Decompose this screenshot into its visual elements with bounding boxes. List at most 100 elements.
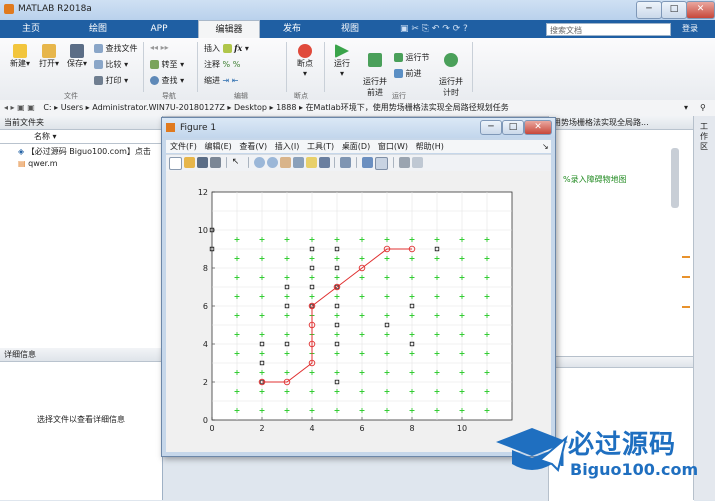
menu-help[interactable]: 帮助(H): [416, 142, 444, 151]
menu-edit[interactable]: 编辑(E): [204, 142, 231, 151]
breakpoint-icon: [298, 44, 312, 58]
pointer-icon[interactable]: ↖: [232, 157, 243, 168]
figure-minimize-button[interactable]: ─: [480, 120, 502, 135]
advance-button[interactable]: 前进: [394, 68, 422, 79]
path-admin[interactable]: Administrator.WIN7U-20180127Z: [92, 103, 225, 112]
col-name-label: 名称: [34, 132, 50, 141]
menu-dock-icon[interactable]: ↘: [542, 140, 549, 153]
figure-menubar: 文件(F) 编辑(E) 查看(V) 插入(I) 工具(T) 桌面(D) 窗口(W…: [166, 140, 551, 153]
figure-close-button[interactable]: ✕: [524, 120, 552, 135]
hide-tools-icon[interactable]: [398, 157, 410, 168]
warning-mark: [682, 276, 690, 278]
app-titlebar: MATLAB R2018a ─ □ ✕: [0, 0, 715, 21]
workspace-label: 工作区: [700, 122, 708, 151]
figure-title: Figure 1: [180, 123, 217, 133]
editor-tab[interactable]: 用势场栅格法实现全局路...: [549, 116, 694, 130]
column-name-header[interactable]: 名称 ▾: [0, 130, 162, 144]
breakpoints-label: 断点: [297, 59, 313, 68]
insert-button[interactable]: 插入 fx ▾: [204, 43, 249, 54]
goto-button[interactable]: 转至 ▾: [150, 59, 184, 70]
save-figure-icon[interactable]: [197, 157, 208, 168]
list-item[interactable]: ▤ qwer.m: [18, 158, 162, 170]
y-tick-label: 2: [203, 378, 208, 387]
maximize-button[interactable]: □: [661, 1, 687, 19]
nav-arrows[interactable]: ◂◂ ▸▸: [150, 43, 169, 52]
indent-button[interactable]: 缩进 ⇥ ⇤: [204, 75, 239, 86]
editor-panel[interactable]: 用势场栅格法实现全局路... %录入障碍物地图: [548, 116, 694, 356]
new-figure-icon[interactable]: [169, 157, 182, 170]
breakpoints-button[interactable]: 断点 ▾: [292, 44, 318, 78]
open-label: 打开: [38, 59, 55, 68]
run-section-button[interactable]: 运行节: [394, 52, 430, 63]
legend-icon[interactable]: [375, 157, 388, 170]
brush-icon[interactable]: [318, 157, 330, 168]
login-button[interactable]: 登录: [682, 23, 698, 34]
print-figure-icon[interactable]: [210, 157, 221, 168]
run-button[interactable]: 运行 ▾: [330, 44, 354, 78]
menu-tools[interactable]: 工具(T): [307, 142, 334, 151]
separator: [472, 42, 473, 92]
find-button[interactable]: 查找 ▾: [150, 75, 184, 86]
colorbar-icon[interactable]: [362, 157, 373, 168]
browse-icon[interactable]: ⚲: [700, 100, 706, 116]
code-comment[interactable]: %录入障碍物地图: [563, 174, 627, 185]
dock-icon[interactable]: [411, 157, 423, 168]
rotate-icon[interactable]: [292, 157, 304, 168]
y-tick-label: 8: [203, 264, 208, 273]
print-button[interactable]: 打印 ▾: [94, 75, 128, 86]
fx-icon[interactable]: fx: [234, 43, 242, 53]
menu-insert[interactable]: 插入(I): [275, 142, 300, 151]
new-button[interactable]: 新建▾: [8, 44, 32, 69]
app-title: MATLAB R2018a: [18, 4, 92, 14]
menu-desktop[interactable]: 桌面(D): [342, 142, 370, 151]
percent-block-icon: %: [232, 60, 241, 69]
path-dropdown-icon[interactable]: ▾: [684, 100, 688, 116]
tab-apps[interactable]: APP: [134, 20, 184, 38]
path-users[interactable]: Users: [61, 103, 83, 112]
tab-editor[interactable]: 编辑器: [198, 20, 260, 39]
data-cursor-icon[interactable]: [305, 157, 317, 168]
tab-publish[interactable]: 发布: [266, 20, 318, 38]
save-label: 保存: [66, 59, 83, 68]
menu-view[interactable]: 查看(V): [239, 142, 267, 151]
tab-home[interactable]: 主页: [6, 20, 56, 38]
save-icon: [70, 44, 84, 58]
path-project[interactable]: 在Matlab环境下，使用势场栅格法实现全局路径规划任务: [306, 103, 509, 112]
print-icon: [94, 76, 103, 85]
run-advance-button[interactable]: 运行并 前进: [360, 44, 390, 98]
open-button[interactable]: 打开▾: [37, 44, 61, 69]
figure-canvas[interactable]: 0 2 4 6 8 10 0 2 4 6 8 10 12: [166, 171, 551, 452]
menu-window[interactable]: 窗口(W): [378, 142, 408, 151]
chart-svg[interactable]: 0 2 4 6 8 10 0 2 4 6 8 10 12: [166, 171, 551, 452]
figure-maximize-button[interactable]: □: [502, 120, 524, 135]
link-plot-icon[interactable]: [340, 157, 352, 168]
editor-scrollbar[interactable]: [671, 148, 679, 208]
file-name: 【必过源码 Biguo100.com】点击: [26, 147, 151, 156]
zoom-in-icon[interactable]: [253, 157, 265, 168]
figure-window[interactable]: Figure 1 ─ □ ✕ 文件(F) 编辑(E) 查看(V) 插入(I) 工…: [161, 117, 556, 457]
watermark-logo: 必过源码 Biguo100.com: [492, 420, 712, 496]
search-input[interactable]: 搜索文档: [546, 23, 671, 36]
tab-view[interactable]: 视图: [324, 20, 376, 38]
zoom-out-icon[interactable]: [266, 157, 278, 168]
pan-icon[interactable]: [279, 157, 291, 168]
find-files-button[interactable]: 查找文件: [94, 43, 138, 54]
save-button[interactable]: 保存▾: [65, 44, 89, 69]
menu-file[interactable]: 文件(F): [170, 142, 197, 151]
stopwatch-icon: [444, 53, 458, 67]
path-1888[interactable]: 1888: [276, 103, 296, 112]
minimize-button[interactable]: ─: [636, 1, 662, 19]
run-and-time-button[interactable]: 运行并 计时: [436, 44, 466, 98]
path-root[interactable]: C:: [43, 103, 51, 112]
compare-button[interactable]: 比较 ▾: [94, 59, 128, 70]
close-button[interactable]: ✕: [686, 1, 715, 19]
address-bar[interactable]: ◂ ▸ ▣ ▣ C: ▸ Users ▸ Administrator.WIN7U…: [0, 100, 715, 117]
path-desktop[interactable]: Desktop: [234, 103, 267, 112]
list-item[interactable]: ◈ 【必过源码 Biguo100.com】点击: [18, 146, 162, 158]
goto-label: 转至: [161, 60, 178, 69]
comment-button[interactable]: 注释 % %: [204, 59, 240, 70]
open-file-icon[interactable]: [184, 157, 195, 168]
quick-access-icons[interactable]: ▣ ✂ ⎘ ↶ ↷ ⟳ ?: [400, 24, 468, 34]
nav-buttons[interactable]: ◂ ▸ ▣ ▣: [0, 103, 35, 112]
tab-plots[interactable]: 绘图: [70, 20, 126, 38]
